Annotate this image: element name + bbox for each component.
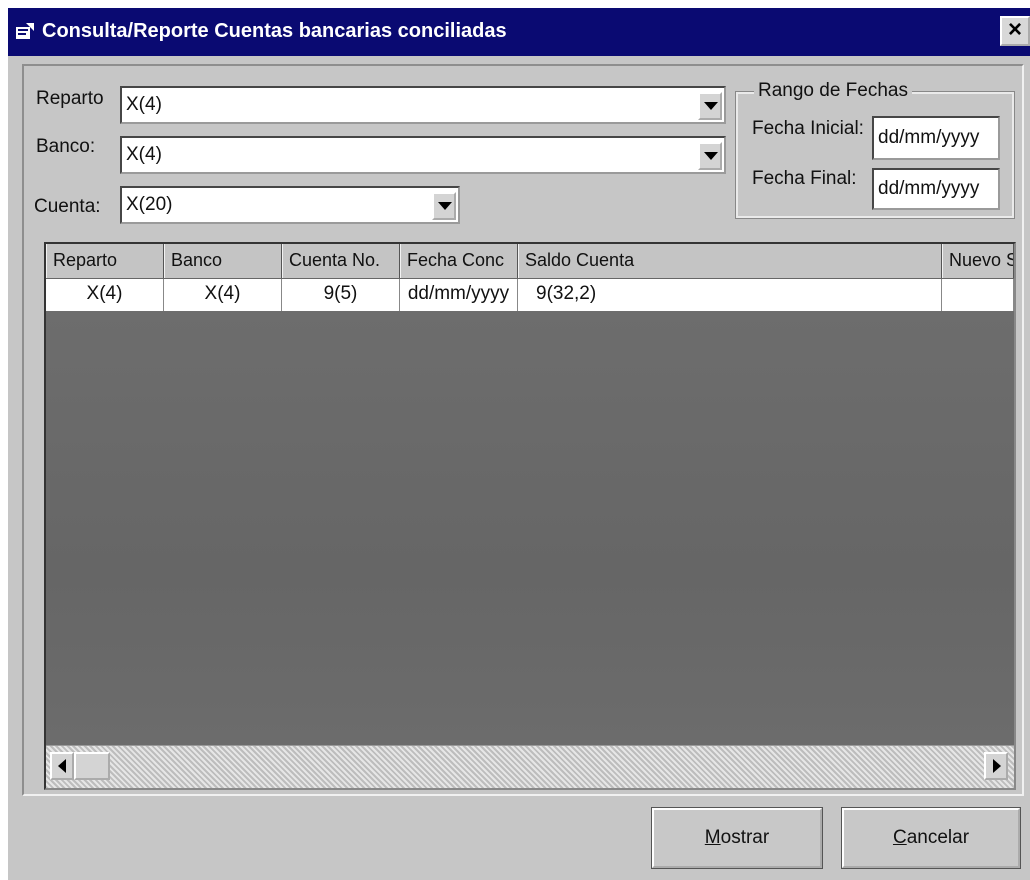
date-range-legend: Rango de Fechas [754, 80, 912, 102]
cuenta-value: X(20) [126, 194, 173, 215]
start-date-input[interactable]: dd/mm/yyyy [872, 116, 1000, 160]
cell-fecha: dd/mm/yyyy [400, 279, 518, 311]
reparto-value: X(4) [126, 94, 162, 115]
window-title: Consulta/Reporte Cuentas bancarias conci… [42, 20, 507, 42]
reparto-label: Reparto [36, 88, 104, 109]
reparto-select[interactable]: X(4) [120, 86, 726, 124]
horizontal-scrollbar[interactable] [46, 745, 1014, 788]
end-date-label: Fecha Final: [752, 168, 857, 189]
grid-empty-area [46, 311, 1014, 746]
chevron-down-icon[interactable] [698, 92, 722, 120]
title-bar: Consulta/Reporte Cuentas bancarias conci… [8, 8, 1030, 56]
cuenta-select[interactable]: X(20) [120, 186, 460, 224]
end-date-input[interactable]: dd/mm/yyyy [872, 168, 1000, 210]
banco-value: X(4) [126, 144, 162, 165]
cell-reparto: X(4) [46, 279, 164, 311]
mostrar-accel: M [704, 827, 721, 848]
mostrar-label: ostrar [720, 827, 770, 848]
column-header-nuevo[interactable]: Nuevo S [942, 244, 1014, 278]
banco-label: Banco: [36, 136, 96, 157]
app-icon [14, 21, 36, 43]
banco-select[interactable]: X(4) [120, 136, 726, 174]
scroll-thumb[interactable] [74, 752, 110, 780]
cell-nuevo [942, 279, 1014, 311]
column-header-saldo[interactable]: Saldo Cuenta [518, 244, 942, 278]
cancelar-accel: C [892, 827, 907, 848]
scroll-right-icon[interactable] [984, 752, 1008, 780]
table-row[interactable]: X(4) X(4) 9(5) dd/mm/yyyy 9(32,2) [46, 279, 1014, 311]
mostrar-button[interactable]: Mostrar [651, 807, 823, 869]
cancelar-label: ancelar [906, 827, 970, 848]
column-header-reparto[interactable]: Reparto [46, 244, 164, 278]
results-grid[interactable]: Reparto Banco Cuenta No. Fecha Conc Sald… [44, 242, 1016, 790]
cuenta-label: Cuenta: [34, 196, 101, 217]
cell-saldo: 9(32,2) [518, 279, 942, 311]
cell-banco: X(4) [164, 279, 282, 311]
cell-cuenta: 9(5) [282, 279, 400, 311]
column-header-cuenta[interactable]: Cuenta No. [282, 244, 400, 278]
start-date-label: Fecha Inicial: [752, 118, 864, 139]
grid-header: Reparto Banco Cuenta No. Fecha Conc Sald… [46, 244, 1014, 279]
scroll-left-icon[interactable] [50, 752, 74, 780]
column-header-fecha[interactable]: Fecha Conc [400, 244, 518, 278]
close-icon[interactable]: × [1000, 16, 1030, 46]
column-header-banco[interactable]: Banco [164, 244, 282, 278]
end-date-value: dd/mm/yyyy [878, 178, 980, 199]
dialog-window: Consulta/Reporte Cuentas bancarias conci… [8, 8, 1030, 880]
chevron-down-icon[interactable] [698, 142, 722, 170]
date-range-group: Rango de Fechas Fecha Inicial: dd/mm/yyy… [735, 80, 1015, 219]
start-date-value: dd/mm/yyyy [878, 127, 980, 148]
chevron-down-icon[interactable] [432, 192, 456, 220]
cancelar-button[interactable]: Cancelar [841, 807, 1021, 869]
